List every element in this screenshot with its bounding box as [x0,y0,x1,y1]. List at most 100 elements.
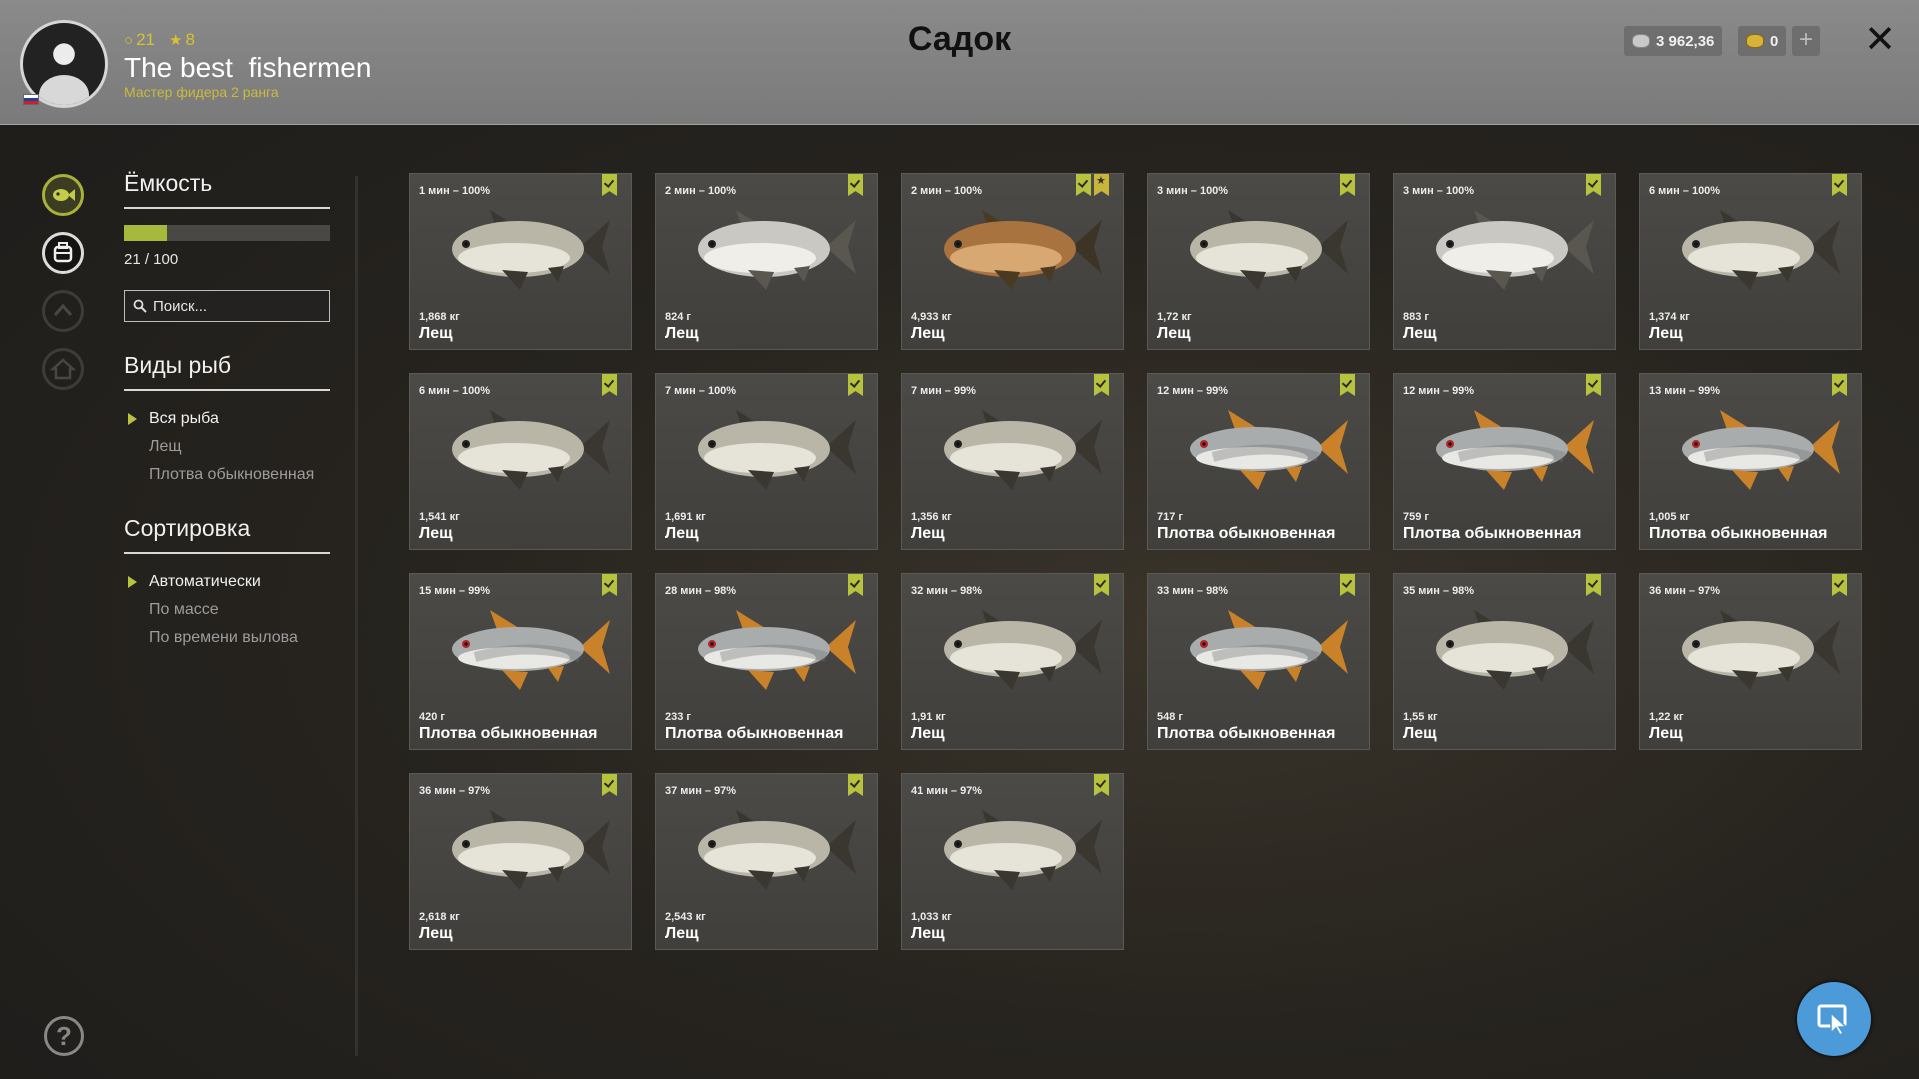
fish-icon[interactable] [42,174,84,216]
fish-name: Лещ [911,325,945,342]
species-option-all[interactable]: Вся рыба [124,405,330,433]
fish-card[interactable]: 2 мин – 100% 824 г Лещ [655,173,878,350]
fish-weight: 1,55 кг [1403,711,1438,723]
card-marks [848,774,863,796]
fish-image [944,410,1102,490]
fish-card[interactable]: 41 мин – 97% 1,033 кг Лещ [901,773,1124,950]
card-marks [1094,374,1109,396]
keep-bookmark-icon[interactable] [1094,374,1109,396]
fish-name: Лещ [1157,325,1191,342]
keepnet-icon[interactable] [42,232,84,274]
fish-image [1190,210,1348,290]
keep-bookmark-icon[interactable] [1586,374,1601,396]
catch-time: 36 мин – 97% [419,785,491,797]
fish-card[interactable]: 3 мин – 100% 883 г Лещ [1393,173,1616,350]
fish-weight: 548 г [1157,711,1183,723]
fish-card[interactable]: 3 мин – 100% 1,72 кг Лещ [1147,173,1370,350]
fish-image [1436,610,1594,690]
card-marks [1586,574,1601,596]
fish-name: Лещ [911,925,945,942]
search-box[interactable] [124,290,330,322]
keep-bookmark-icon[interactable] [1094,774,1109,796]
fish-card[interactable]: 36 мин – 97% 1,22 кг Лещ [1639,573,1862,750]
fish-card[interactable]: 33 мин – 98% 548 г Плотва обыкновенная [1147,573,1370,750]
fish-card[interactable]: 36 мин – 97% 2,618 кг Лещ [409,773,632,950]
home-icon[interactable] [42,348,84,390]
fish-card[interactable]: 35 мин – 98% 1,55 кг Лещ [1393,573,1616,750]
fish-name: Плотва обыкновенная [1649,525,1828,542]
keep-bookmark-icon[interactable] [1076,174,1091,196]
keep-bookmark-icon[interactable] [848,374,863,396]
fish-name: Лещ [665,525,699,542]
fish-card[interactable]: 32 мин – 98% 1,91 кг Лещ [901,573,1124,750]
catch-time: 2 мин – 100% [665,185,737,197]
catch-time: 3 мин – 100% [1403,185,1475,197]
top-bar: ○ 21 ★ 8 The best fishermen Мастер фидера … [0,0,1919,125]
fish-card[interactable]: 1 мин – 100% 1,868 кг Лещ [409,173,632,350]
catch-time: 3 мин – 100% [1157,185,1229,197]
keep-bookmark-icon[interactable] [848,174,863,196]
fish-card[interactable]: 37 мин – 97% 2,543 кг Лещ [655,773,878,950]
fish-card[interactable]: 15 мин – 99% 420 г Плотва обыкновенная [409,573,632,750]
keep-bookmark-icon[interactable] [602,174,617,196]
silver-coin-icon [1632,34,1650,48]
keep-bookmark-icon[interactable] [1832,574,1847,596]
fish-card[interactable]: 12 мин – 99% 717 г Плотва обыкновенная [1147,373,1370,550]
keep-bookmark-icon[interactable] [602,574,617,596]
keep-bookmark-icon[interactable] [1340,174,1355,196]
close-icon[interactable]: ✕ [1862,20,1898,60]
player-rank: Мастер фидера 2 ранга [124,84,279,100]
keep-bookmark-icon[interactable] [1094,574,1109,596]
card-marks [848,574,863,596]
fish-weight: 1,91 кг [911,711,946,723]
keep-bookmark-icon[interactable] [1832,374,1847,396]
fish-weight: 824 г [665,311,691,323]
fish-name: Плотва обыкновенная [665,725,844,742]
card-marks [1832,574,1847,596]
keep-bookmark-icon[interactable] [1586,174,1601,196]
keep-bookmark-icon[interactable] [848,574,863,596]
sort-option-weight[interactable]: По массе [124,596,330,624]
fish-name: Плотва обыкновенная [419,725,598,742]
fish-name: Плотва обыкновенная [1157,525,1336,542]
keep-bookmark-icon[interactable] [602,774,617,796]
species-option-roach[interactable]: Плотва обыкновенная [124,461,330,489]
fish-card[interactable]: 2 мин – 100% 4,933 кг Лещ [901,173,1124,350]
fish-card[interactable]: 12 мин – 99% 759 г Плотва обыкновенная [1393,373,1616,550]
fish-card[interactable]: 6 мин – 100% 1,541 кг Лещ [409,373,632,550]
fish-card[interactable]: 13 мин – 99% 1,005 кг Плотва обыкновенная [1639,373,1862,550]
search-input[interactable] [153,297,323,315]
keep-bookmark-icon[interactable] [1586,574,1601,596]
catch-time: 12 мин – 99% [1157,385,1229,397]
upgrade-icon[interactable] [42,290,84,332]
sort-option-time[interactable]: По времени вылова [124,624,330,652]
fish-image [1436,210,1594,290]
keep-bookmark-icon[interactable] [848,774,863,796]
buy-gold-button[interactable]: + [1792,26,1820,56]
help-icon[interactable]: ? [44,1016,84,1056]
fish-name: Лещ [665,325,699,342]
keep-bookmark-icon[interactable] [1340,374,1355,396]
fish-weight: 420 г [419,711,445,723]
keep-bookmark-icon[interactable] [1832,174,1847,196]
fish-image [944,810,1102,890]
sort-option-auto[interactable]: Автоматически [124,568,330,596]
fish-card[interactable]: 6 мин – 100% 1,374 кг Лещ [1639,173,1862,350]
capacity-bar [124,225,330,241]
capacity-count: 21 / 100 [124,251,179,268]
fish-card[interactable]: 7 мин – 100% 1,691 кг Лещ [655,373,878,550]
species-option-bream[interactable]: Лещ [124,433,330,461]
fish-card[interactable]: 7 мин – 99% 1,356 кг Лещ [901,373,1124,550]
silver-balance: 3 962,36 [1624,26,1723,56]
cursor-mode-button[interactable] [1797,982,1871,1056]
sidebar-divider [355,176,358,1056]
fish-image [1682,210,1840,290]
catch-time: 36 мин – 97% [1649,585,1721,597]
keep-bookmark-icon[interactable] [602,374,617,396]
fish-card[interactable]: 28 мин – 98% 233 г Плотва обыкновенная [655,573,878,750]
catch-time: 7 мин – 99% [911,385,976,397]
keep-bookmark-icon[interactable] [1340,574,1355,596]
card-marks [602,374,617,396]
capacity-title: Ёмкость [124,170,330,209]
fish-name: Лещ [1403,325,1437,342]
